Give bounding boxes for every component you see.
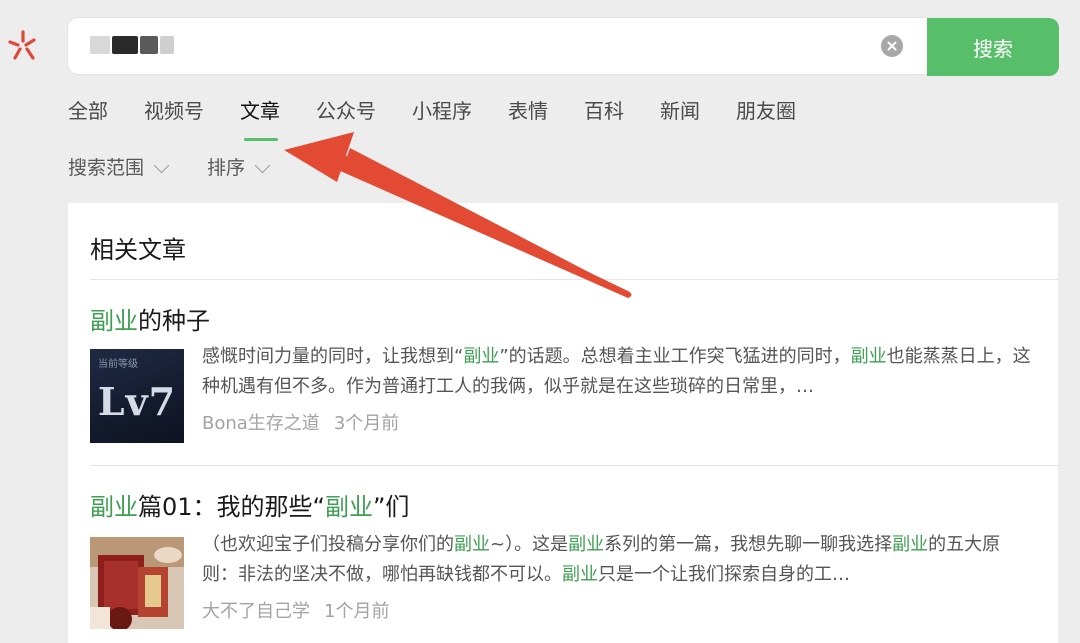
search-button[interactable]: 搜索 — [927, 18, 1059, 76]
divider — [90, 279, 1058, 280]
results-panel: 相关文章 副业的种子 当前等级 Lv7 感慨时间力量的同时，让我想到“副业”的话… — [68, 203, 1058, 643]
search-scope-dropdown[interactable]: 搜索范围 — [68, 153, 170, 183]
tab-channels[interactable]: 视频号 — [144, 96, 204, 136]
keyword-highlight: 副业 — [463, 346, 500, 367]
article-author: 大不了自己学 — [202, 601, 310, 622]
article-title[interactable]: 副业的种子 — [90, 301, 1035, 336]
snippet-text: （也欢迎宝子们投稿分享你们的 — [202, 534, 454, 555]
article-meta: Bona生存之道 3个月前 — [202, 409, 399, 435]
keyword-highlight: 副业 — [892, 534, 929, 555]
title-text: ”们 — [372, 493, 410, 521]
article-thumbnail[interactable]: 当前等级 Lv7 — [90, 349, 184, 443]
tab-official-accounts[interactable]: 公众号 — [316, 96, 376, 136]
keyword-highlight: 副业 — [568, 534, 605, 555]
section-title: 相关文章 — [90, 236, 186, 264]
snippet-text: 系列的第一篇，我想先聊一聊我选择 — [604, 534, 893, 555]
keyword-highlight: 副业 — [562, 564, 598, 585]
search-input[interactable] — [68, 18, 927, 74]
chevron-down-icon — [153, 157, 170, 173]
filter-bar: 搜索范围 排序 — [68, 153, 308, 183]
title-text: 篇01：我的那些“ — [138, 493, 325, 521]
article-snippet: 感慨时间力量的同时，让我想到“副业”的话题。总想着主业工作突飞猛进的同时，副业也… — [202, 342, 1032, 402]
title-highlight: 副业 — [90, 307, 138, 335]
keyword-highlight: 副业 — [90, 493, 138, 521]
article-author: Bona生存之道 — [202, 413, 320, 434]
thumbnail-caption: 当前等级 — [98, 359, 138, 370]
clear-circle-icon[interactable] — [881, 35, 903, 57]
tab-mini-programs[interactable]: 小程序 — [412, 96, 472, 136]
wechat-search-logo-icon — [8, 30, 36, 60]
redacted-search-query — [90, 35, 180, 55]
article-snippet: （也欢迎宝子们投稿分享你们的副业~）。这是副业系列的第一篇，我想先聊一聊我选择副… — [202, 530, 1032, 590]
snippet-text: 只是一个让我们探索自身的工… — [598, 564, 850, 585]
chevron-down-icon — [254, 157, 271, 173]
article-title[interactable]: 副业篇01：我的那些“副业”们 — [90, 487, 1035, 522]
article-result[interactable]: 副业篇01：我的那些“副业”们 （也欢迎宝子们投稿分享你们的副业~）。这是副业系… — [90, 487, 1035, 629]
keyword-highlight: 副业 — [454, 534, 490, 555]
article-time: 1个月前 — [324, 601, 390, 622]
tab-news[interactable]: 新闻 — [660, 96, 700, 136]
category-tabs: 全部 视频号 文章 公众号 小程序 表情 百科 新闻 朋友圈 — [68, 96, 832, 141]
article-thumbnail[interactable] — [90, 537, 184, 629]
snippet-text: ”的话题。总想着主业工作突飞猛进的同时， — [499, 346, 851, 367]
tab-stickers[interactable]: 表情 — [508, 96, 548, 136]
keyword-highlight: 副业 — [324, 493, 373, 521]
divider — [90, 465, 1058, 466]
tab-moments[interactable]: 朋友圈 — [736, 96, 796, 136]
snippet-text: 感慨时间力量的同时，让我想到“ — [202, 346, 464, 367]
article-meta: 大不了自己学 1个月前 — [202, 597, 389, 623]
article-result[interactable]: 副业的种子 当前等级 Lv7 感慨时间力量的同时，让我想到“副业”的话题。总想着… — [90, 301, 1035, 443]
article-time: 3个月前 — [333, 413, 400, 434]
product-photo-image — [90, 537, 184, 629]
keyword-highlight: 副业 — [850, 346, 887, 367]
thumbnail-level-text: Lv7 — [97, 379, 177, 424]
tab-encyclopedia[interactable]: 百科 — [584, 96, 624, 136]
tab-all[interactable]: 全部 — [68, 96, 108, 136]
sort-label: 排序 — [207, 157, 246, 179]
search-scope-label: 搜索范围 — [68, 157, 145, 179]
title-text: 的种子 — [138, 307, 210, 335]
tab-articles[interactable]: 文章 — [240, 96, 280, 141]
snippet-text: ~）。这是 — [490, 534, 569, 555]
sort-dropdown[interactable]: 排序 — [207, 153, 271, 183]
